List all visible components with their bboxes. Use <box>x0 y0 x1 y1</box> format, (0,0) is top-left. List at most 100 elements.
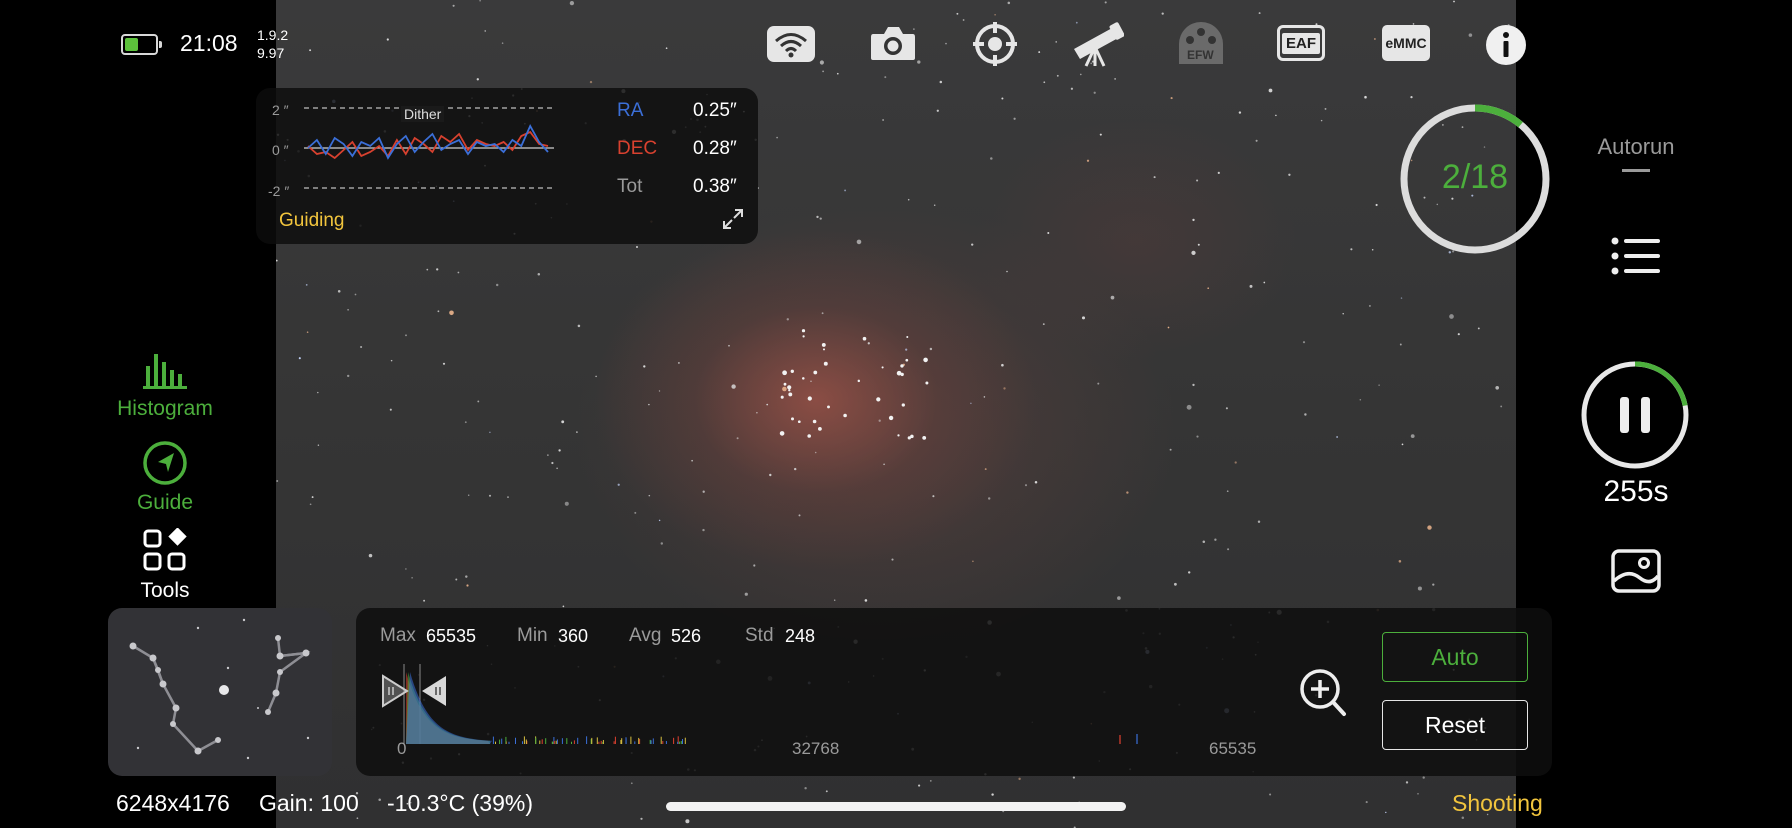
star <box>368 553 373 558</box>
star <box>386 38 389 41</box>
cluster-star <box>801 329 806 333</box>
cluster-star <box>888 415 894 421</box>
battery-icon <box>121 34 162 55</box>
home-indicator[interactable] <box>666 802 1126 811</box>
star <box>464 421 467 424</box>
star <box>378 798 381 802</box>
star <box>547 454 549 456</box>
reset-stretch-button[interactable]: Reset <box>1382 700 1528 750</box>
star <box>1196 179 1199 182</box>
histogram-panel[interactable]: Max 65535 Min 360 Avg 526 Std 248 0 3276… <box>356 608 1552 776</box>
nav-histogram[interactable]: Histogram <box>100 352 230 421</box>
star <box>822 70 825 73</box>
sky-atlas-thumbnail[interactable] <box>108 608 332 776</box>
guiding-panel[interactable]: 2 ″ 0 ″ -2 ″ Dither RA 0.25″ DEC 0.28″ T… <box>256 88 758 244</box>
star <box>1191 250 1196 256</box>
star <box>648 403 650 406</box>
star <box>640 817 643 820</box>
star <box>1263 281 1266 284</box>
star <box>769 473 772 477</box>
crosshair-icon[interactable] <box>970 21 1020 67</box>
star <box>1038 51 1041 54</box>
star <box>507 496 509 498</box>
cluster-star <box>881 366 884 369</box>
sequence-progress-ring[interactable]: 2/18 <box>1398 102 1552 256</box>
cluster-star <box>910 434 914 439</box>
auto-stretch-button[interactable]: Auto <box>1382 632 1528 682</box>
star <box>994 14 996 16</box>
info-icon[interactable] <box>1484 23 1528 67</box>
auto-stretch-label: Auto <box>1431 643 1479 670</box>
star <box>390 359 393 362</box>
star <box>354 293 357 296</box>
star <box>1217 171 1220 175</box>
gallery-icon[interactable] <box>1610 548 1662 594</box>
expand-icon[interactable] <box>722 208 746 232</box>
star <box>929 779 932 782</box>
cluster-star <box>807 396 812 401</box>
star <box>1275 114 1277 117</box>
histogram-channel <box>406 672 492 744</box>
star <box>1187 571 1191 574</box>
star <box>816 215 819 219</box>
firmware-version: 9.97 <box>257 45 285 61</box>
star <box>576 431 578 433</box>
star <box>449 310 454 316</box>
star <box>677 361 680 364</box>
star <box>1320 119 1323 122</box>
star <box>495 283 499 287</box>
star <box>1432 583 1435 586</box>
efw-icon[interactable]: EFW <box>1174 20 1228 66</box>
star <box>1043 81 1046 84</box>
star <box>867 342 870 345</box>
star <box>317 391 319 394</box>
star <box>1385 811 1387 814</box>
star <box>356 817 359 820</box>
cluster-star <box>802 377 805 380</box>
hist-min-label: Min <box>517 625 548 646</box>
wifi-icon[interactable] <box>766 24 816 64</box>
dec-label: DEC <box>617 138 658 159</box>
star <box>962 19 965 21</box>
pause-button[interactable] <box>1580 360 1690 470</box>
eaf-icon[interactable]: EAF <box>1274 22 1328 64</box>
emmc-icon[interactable]: eMMC <box>1380 22 1432 64</box>
cluster-star <box>780 395 784 399</box>
star <box>309 49 312 52</box>
star <box>753 564 756 567</box>
telescope-icon[interactable] <box>1069 20 1125 68</box>
star <box>814 451 817 454</box>
star <box>1238 111 1242 114</box>
nav-tools[interactable]: Tools <box>100 527 230 603</box>
star <box>1368 304 1371 307</box>
star <box>630 782 633 785</box>
list-menu-icon[interactable] <box>1610 236 1662 276</box>
black-point-handle[interactable] <box>381 674 409 708</box>
star <box>819 217 822 220</box>
star <box>991 793 994 796</box>
star <box>466 584 469 587</box>
nav-guide-label: Guide <box>136 491 194 514</box>
star <box>1410 434 1415 438</box>
star <box>467 494 470 497</box>
guide-compass-icon <box>143 441 187 485</box>
white-point-handle[interactable] <box>420 674 448 708</box>
star <box>1097 382 1100 385</box>
hist-max-value: 65535 <box>426 626 477 646</box>
autorun-label: Autorun <box>1597 134 1675 159</box>
star <box>1072 776 1075 779</box>
star <box>810 380 812 383</box>
zoom-in-icon[interactable] <box>1298 667 1348 719</box>
star <box>1449 314 1454 319</box>
autorun-tab[interactable]: Autorun <box>1578 134 1694 172</box>
star <box>984 468 987 471</box>
star <box>276 480 279 482</box>
star <box>457 271 460 274</box>
star <box>1427 525 1432 530</box>
star <box>844 189 847 192</box>
nav-guide[interactable]: Guide <box>100 440 230 515</box>
star <box>488 494 492 497</box>
star <box>1034 481 1038 484</box>
camera-icon[interactable] <box>868 22 918 64</box>
star <box>884 76 887 79</box>
